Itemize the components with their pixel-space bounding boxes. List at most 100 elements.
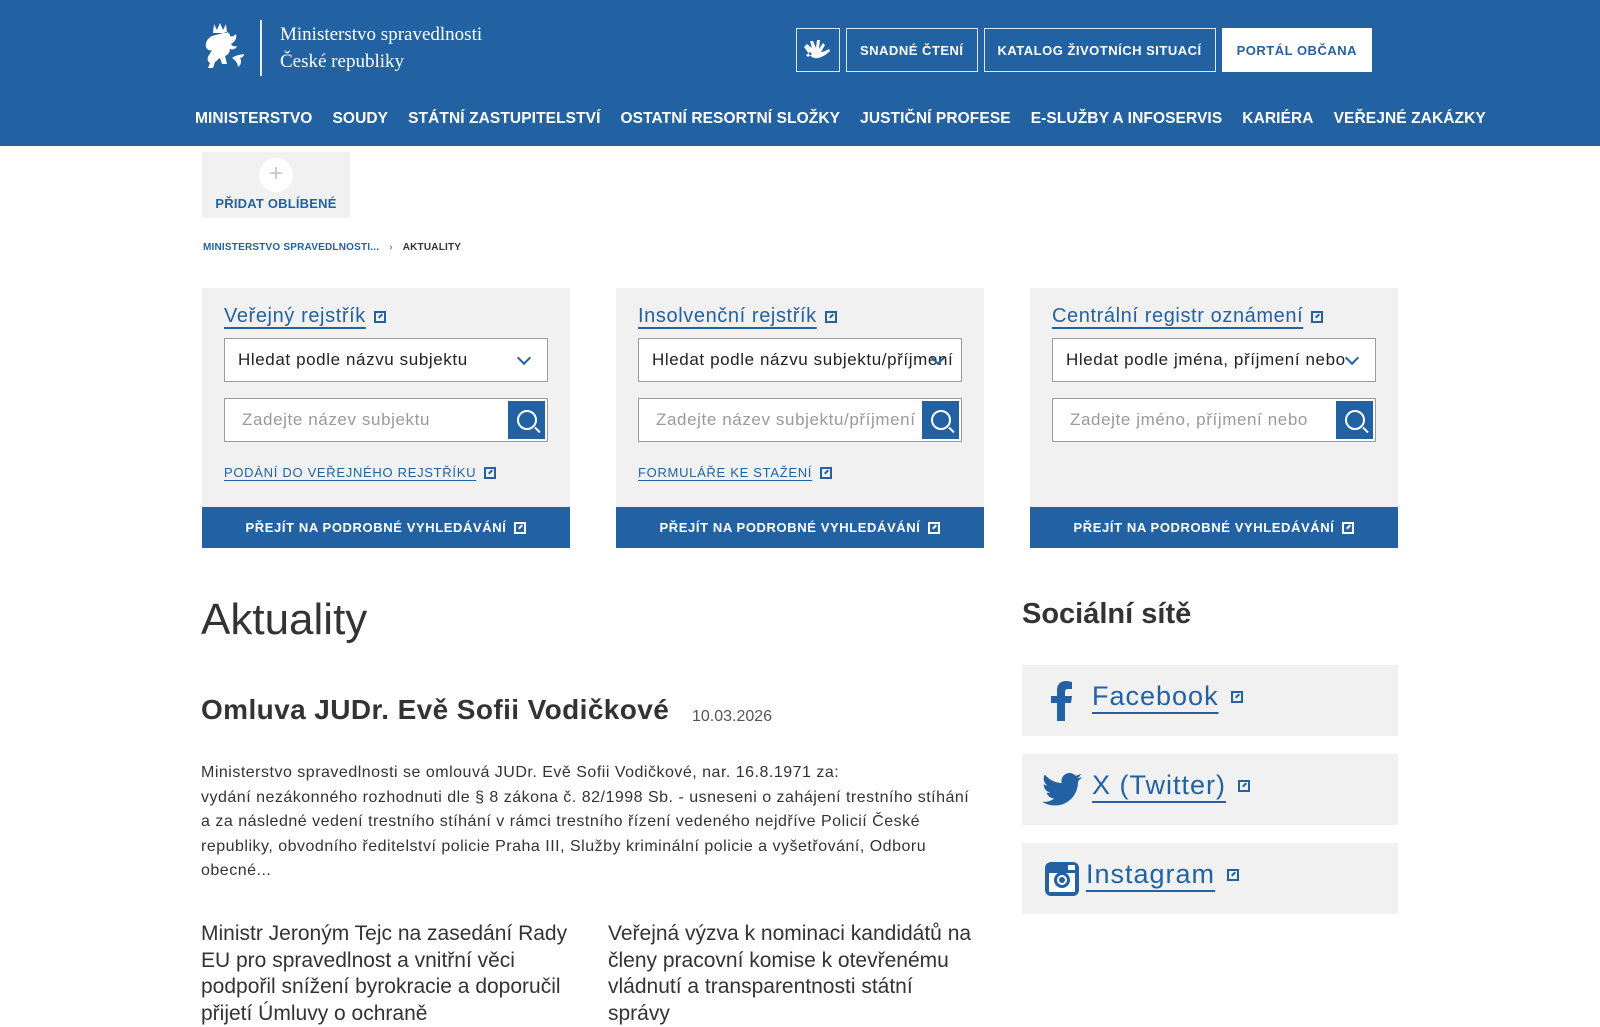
social-label: Instagram	[1086, 859, 1216, 889]
external-link-icon	[1311, 310, 1324, 323]
article-perex: Ministerstvo spravedlnosti se omlouvá JU…	[201, 761, 971, 884]
social-label-link[interactable]: X (Twitter)	[1092, 770, 1251, 801]
registry-title-link[interactable]: Veřejný rejstřík	[224, 305, 386, 328]
nav-item-kariera[interactable]: KARIÉRA	[1242, 110, 1313, 128]
search-mode-value: Hledat podle názvu subjektu/příjmení	[652, 350, 954, 369]
instagram-icon	[1042, 859, 1082, 899]
registry-sublink-label: FORMULÁŘE KE STAŽENÍ	[638, 465, 813, 480]
instagram-glyph	[1045, 862, 1079, 896]
social-heading: Sociální sítě	[1022, 598, 1192, 630]
registry-search-input[interactable]	[1053, 399, 1335, 441]
external-link-icon	[484, 466, 497, 479]
registry-card-verejny: Veřejný rejstřík Hledat podle názvu subj…	[202, 288, 570, 548]
header-utility-buttons: SNADNÉ ČTENÍ KATALOG ŽIVOTNÍCH SITUACÍ P…	[795, 28, 1372, 72]
external-link-icon	[1238, 779, 1251, 792]
social-item-facebook[interactable]: Facebook	[1022, 665, 1398, 736]
chevron-down-icon	[1344, 350, 1360, 366]
registry-title-link[interactable]: Centrální registr oznámení	[1052, 305, 1324, 328]
article-date: 10.03.2026	[692, 708, 773, 725]
registry-title: Centrální registr oznámení	[1052, 305, 1304, 327]
search-icon	[1344, 410, 1365, 430]
detailed-search-button[interactable]: PŘEJÍT NA PODROBNÉ VYHLEDÁVÁNÍ	[1030, 507, 1398, 548]
registry-search-box	[224, 398, 548, 442]
ministry-logo[interactable]: Ministerstvo spravedlnosti České republi…	[200, 20, 482, 76]
registry-search-box	[638, 398, 962, 442]
registry-title: Insolvenční rejstřík	[638, 305, 817, 327]
logo-divider	[260, 20, 262, 76]
detailed-search-button[interactable]: PŘEJÍT NA PODROBNÉ VYHLEDÁVÁNÍ	[616, 507, 984, 548]
external-link-icon	[1227, 868, 1240, 881]
breadcrumb-current: AKTUALITY	[402, 242, 462, 253]
external-link-icon	[1342, 521, 1355, 534]
logo-line-2: České republiky	[280, 51, 405, 72]
registry-search-box	[1052, 398, 1376, 442]
breadcrumb-home-link[interactable]: MINISTERSTVO SPRAVEDLNOSTI...	[203, 242, 379, 253]
easy-reading-button[interactable]: SNADNÉ ČTENÍ	[845, 28, 978, 72]
article-title-link[interactable]: Omluva JUDr. Evě Sofii Vodičkové	[201, 694, 669, 726]
external-link-icon	[824, 310, 837, 323]
facebook-glyph	[1051, 681, 1072, 721]
search-button[interactable]	[508, 401, 545, 439]
nav-item-ministerstvo[interactable]: MINISTERSTVO	[195, 110, 312, 128]
social-label: Facebook	[1092, 681, 1219, 711]
external-link-icon	[928, 521, 941, 534]
registry-title-link[interactable]: Insolvenční rejstřík	[638, 305, 837, 328]
logo-line-1: Ministerstvo spravedlnosti	[280, 24, 483, 45]
citizen-portal-button[interactable]: PORTÁL OBČANA	[1221, 28, 1372, 72]
twitter-bird-glyph	[1042, 773, 1082, 806]
detailed-search-label: PŘEJÍT NA PODROBNÉ VYHLEDÁVÁNÍ	[1073, 520, 1335, 535]
registry-sublink[interactable]: PODÁNÍ DO VEŘEJNÉHO REJSTŘÍKU	[224, 465, 497, 480]
registry-title: Veřejný rejstřík	[224, 305, 366, 327]
social-label-link[interactable]: Instagram	[1086, 859, 1240, 890]
add-favorite-label: PŘIDAT OBLÍBENÉ	[215, 196, 337, 211]
registry-sublink-label: PODÁNÍ DO VEŘEJNÉHO REJSTŘÍKU	[224, 465, 477, 480]
nav-item-justicni-profese[interactable]: JUSTIČNÍ PROFESE	[860, 110, 1011, 128]
social-label: X (Twitter)	[1092, 770, 1227, 800]
news-heading: Aktuality	[201, 595, 368, 644]
news-teaser-link[interactable]: Veřejná výzva k nominaci kandidátů na čl…	[608, 921, 978, 1027]
nav-item-soudy[interactable]: SOUDY	[332, 110, 388, 128]
logo-text: Ministerstvo spravedlnosti České republi…	[280, 21, 482, 75]
social-item-instagram[interactable]: Instagram	[1022, 843, 1398, 914]
registry-search-input[interactable]	[225, 399, 507, 441]
main-navigation: MINISTERSTVO SOUDY STÁTNÍ ZASTUPITELSTVÍ…	[195, 110, 1486, 128]
nav-item-ostatni-resortni-slozky[interactable]: OSTATNÍ RESORTNÍ SLOŽKY	[621, 110, 841, 128]
breadcrumb: MINISTERSTVO SPRAVEDLNOSTI... › AKTUALIT…	[203, 242, 461, 253]
article-perex-line1: Ministerstvo spravedlnosti se omlouvá JU…	[201, 764, 840, 781]
life-situations-catalog-button[interactable]: KATALOG ŽIVOTNÍCH SITUACÍ	[983, 28, 1216, 72]
search-icon	[516, 410, 537, 430]
sign-language-hands-icon	[803, 40, 830, 59]
registry-card-centralni: Centrální registr oznámení Hledat podle …	[1030, 288, 1398, 548]
facebook-icon	[1042, 681, 1082, 721]
sign-language-button[interactable]	[795, 28, 840, 72]
registry-sublink[interactable]: FORMULÁŘE KE STAŽENÍ	[638, 465, 833, 480]
registry-search-input[interactable]	[639, 399, 921, 441]
search-mode-select[interactable]: Hledat podle názvu subjektu	[224, 338, 548, 382]
detailed-search-label: PŘEJÍT NA PODROBNÉ VYHLEDÁVÁNÍ	[245, 520, 507, 535]
search-icon	[930, 410, 951, 430]
search-button[interactable]	[922, 401, 959, 439]
detailed-search-label: PŘEJÍT NA PODROBNÉ VYHLEDÁVÁNÍ	[659, 520, 921, 535]
news-teaser-link[interactable]: Ministr Jeroným Tejc na zasedání Rady EU…	[201, 921, 571, 1027]
social-item-twitter[interactable]: X (Twitter)	[1022, 754, 1398, 825]
external-link-icon	[1230, 690, 1243, 703]
social-label-link[interactable]: Facebook	[1092, 681, 1243, 712]
nav-item-e-sluzby[interactable]: E-SLUŽBY A INFOSERVIS	[1031, 110, 1223, 128]
plus-icon: +	[259, 158, 293, 192]
detailed-search-button[interactable]: PŘEJÍT NA PODROBNÉ VYHLEDÁVÁNÍ	[202, 507, 570, 548]
site-header: Ministerstvo spravedlnosti České republi…	[0, 0, 1600, 146]
external-link-icon	[820, 466, 833, 479]
search-mode-value: Hledat podle názvu subjektu	[238, 350, 468, 369]
nav-item-verejne-zakazky[interactable]: VEŘEJNÉ ZAKÁZKY	[1334, 110, 1486, 128]
search-mode-select[interactable]: Hledat podle názvu subjektu/příjmení	[638, 338, 962, 382]
twitter-bird-icon	[1042, 770, 1082, 810]
breadcrumb-separator: ›	[389, 242, 393, 253]
chevron-down-icon	[516, 350, 532, 366]
search-button[interactable]	[1336, 401, 1373, 439]
search-mode-select[interactable]: Hledat podle jména, příjmení nebo	[1052, 338, 1376, 382]
add-favorite-button[interactable]: + PŘIDAT OBLÍBENÉ	[202, 152, 350, 218]
nav-item-statni-zastupitelstvi[interactable]: STÁTNÍ ZASTUPITELSTVÍ	[408, 110, 600, 128]
external-link-icon	[373, 310, 386, 323]
external-link-icon	[514, 521, 527, 534]
article-perex-rest: vydání nezákonného rozhodnuti dle § 8 zá…	[201, 788, 970, 880]
